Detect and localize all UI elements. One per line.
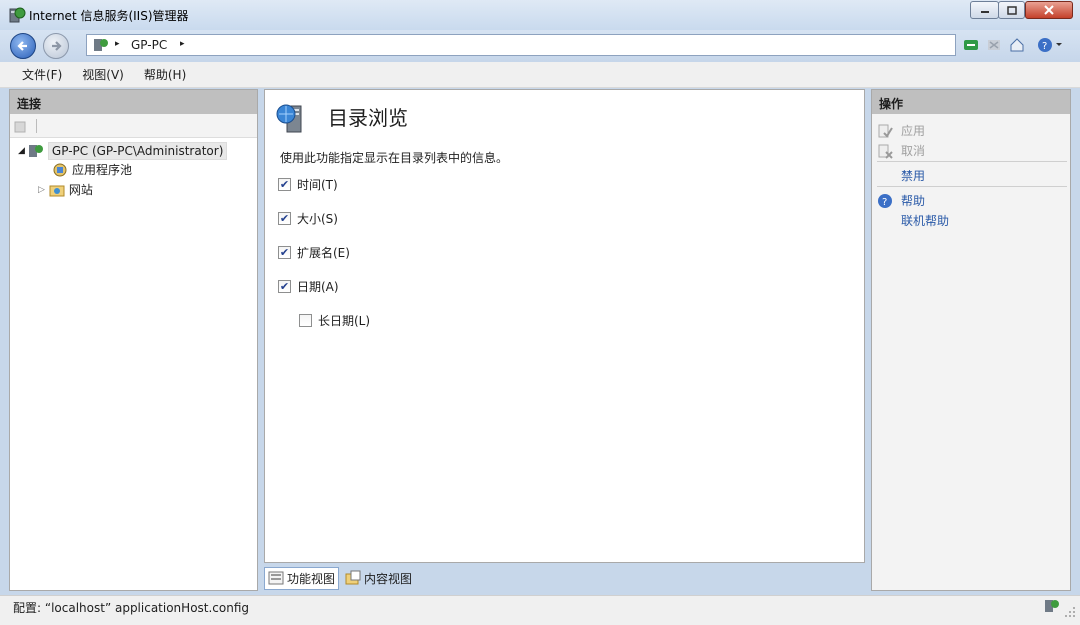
status-text: 配置: “localhost” applicationHost.config bbox=[13, 601, 250, 615]
stop-icon bbox=[988, 40, 1000, 50]
option-time[interactable]: ✔ 时间(T) bbox=[278, 176, 338, 193]
restore-icon bbox=[1006, 6, 1017, 15]
menu-view[interactable]: 视图(V) bbox=[72, 66, 134, 83]
cancel-icon bbox=[878, 144, 893, 159]
action-online-help[interactable]: 联机帮助 bbox=[901, 212, 949, 229]
option-extension[interactable]: ✔ 扩展名(E) bbox=[278, 244, 350, 261]
minimize-icon bbox=[980, 11, 989, 13]
minimize-button[interactable] bbox=[970, 1, 999, 19]
breadcrumb-arrow-icon[interactable]: ▸ bbox=[180, 39, 185, 49]
resize-grip-icon[interactable] bbox=[1064, 606, 1076, 618]
action-label: 联机帮助 bbox=[901, 214, 950, 228]
collapse-arrow-icon[interactable]: ◢ bbox=[18, 146, 25, 156]
option-label: 时间(T) bbox=[297, 178, 338, 192]
server-status-icon bbox=[1045, 600, 1059, 612]
checkbox-extension[interactable]: ✔ bbox=[278, 246, 291, 259]
checkbox-size[interactable]: ✔ bbox=[278, 212, 291, 225]
feature-panel: 目录浏览 使用此功能指定显示在目录列表中的信息。 ✔ 时间(T) ✔ 大小(S)… bbox=[264, 89, 865, 563]
actions-divider bbox=[877, 161, 1067, 162]
tab-label: 内容视图 bbox=[364, 571, 413, 586]
breadcrumb-server[interactable]: GP-PC bbox=[131, 38, 167, 52]
action-cancel[interactable]: 取消 bbox=[877, 142, 925, 159]
action-disable[interactable]: 禁用 bbox=[901, 167, 925, 184]
refresh-icon bbox=[964, 40, 978, 50]
navigation-bar: ▸ GP-PC ▸ ? bbox=[0, 30, 1080, 62]
help-dropdown-button[interactable]: ? bbox=[1034, 35, 1066, 55]
checkbox-long-date[interactable] bbox=[299, 314, 312, 327]
home-icon bbox=[1010, 38, 1024, 52]
checkbox-time[interactable]: ✔ bbox=[278, 178, 291, 191]
close-icon bbox=[1044, 5, 1054, 15]
close-button[interactable] bbox=[1025, 1, 1073, 19]
action-label: 帮助 bbox=[901, 194, 926, 208]
actions-panel: 操作 应用 取消 禁用 ? 帮助 联机帮助 bbox=[871, 89, 1071, 591]
back-arrow-icon bbox=[17, 41, 27, 51]
page-title: 目录浏览 bbox=[328, 106, 408, 130]
back-button[interactable] bbox=[10, 33, 36, 59]
option-size[interactable]: ✔ 大小(S) bbox=[278, 210, 338, 227]
action-help[interactable]: ? 帮助 bbox=[877, 192, 925, 209]
address-bar[interactable]: ▸ GP-PC ▸ bbox=[86, 34, 956, 56]
actions-header: 操作 bbox=[872, 90, 1070, 114]
svg-text:?: ? bbox=[1042, 41, 1047, 52]
tree-node-app-pools[interactable]: 应用程序池 bbox=[52, 161, 132, 178]
tree-label-server[interactable]: GP-PC (GP-PC\Administrator) bbox=[47, 142, 228, 160]
tab-feature-view[interactable]: 功能视图 bbox=[264, 566, 340, 590]
option-label: 大小(S) bbox=[297, 212, 338, 226]
tree-node-server[interactable]: ◢ GP-PC (GP-PC\Administrator) bbox=[18, 142, 228, 160]
connections-toolbar bbox=[10, 114, 257, 138]
tree-label-sites[interactable]: 网站 bbox=[69, 181, 93, 198]
connections-panel: 连接 ◢ GP-PC (GP-PC\Administrator) 应用程序池 ▷… bbox=[9, 89, 258, 591]
option-label: 长日期(L) bbox=[318, 314, 371, 328]
option-label: 日期(A) bbox=[297, 280, 339, 294]
apply-icon bbox=[878, 124, 893, 138]
iis-app-icon bbox=[9, 7, 26, 23]
menu-help[interactable]: 帮助(H) bbox=[134, 66, 196, 83]
action-label: 取消 bbox=[901, 144, 926, 158]
forward-button[interactable] bbox=[43, 33, 69, 59]
option-long-date[interactable]: 长日期(L) bbox=[299, 312, 370, 329]
checkbox-date[interactable]: ✔ bbox=[278, 280, 291, 293]
tree-node-sites[interactable]: ▷ 网站 bbox=[38, 181, 93, 198]
menu-file[interactable]: 文件(F) bbox=[12, 66, 72, 83]
window-title: Internet 信息服务(IIS)管理器 bbox=[29, 9, 189, 23]
title-bar: Internet 信息服务(IIS)管理器 bbox=[0, 0, 1080, 30]
expand-arrow-icon[interactable]: ▷ bbox=[38, 185, 45, 195]
server-icon bbox=[94, 39, 108, 51]
page-description: 使用此功能指定显示在目录列表中的信息。 bbox=[280, 151, 509, 165]
connections-header: 连接 bbox=[10, 90, 257, 114]
option-label: 扩展名(E) bbox=[297, 246, 350, 260]
tab-label: 功能视图 bbox=[287, 571, 336, 586]
menu-bar: 文件(F) 视图(V) 帮助(H) bbox=[0, 62, 1080, 88]
tab-content-view[interactable]: 内容视图 bbox=[342, 568, 415, 589]
action-label: 应用 bbox=[901, 124, 926, 138]
action-label: 禁用 bbox=[901, 169, 926, 183]
stop-button[interactable] bbox=[984, 35, 1004, 55]
action-apply[interactable]: 应用 bbox=[877, 122, 925, 139]
forward-arrow-icon bbox=[52, 41, 62, 51]
tree-label-app-pools[interactable]: 应用程序池 bbox=[72, 161, 132, 178]
home-button[interactable] bbox=[1007, 35, 1027, 55]
connect-icon[interactable] bbox=[13, 118, 29, 134]
view-tabs: 功能视图 内容视图 bbox=[264, 566, 865, 590]
server-icon bbox=[28, 145, 43, 157]
sites-folder-icon bbox=[49, 185, 65, 196]
help-icon: ? bbox=[878, 193, 892, 208]
content-view-icon bbox=[345, 570, 361, 585]
svg-text:?: ? bbox=[882, 197, 887, 208]
status-bar: 配置: “localhost” applicationHost.config bbox=[0, 595, 1080, 625]
feature-view-icon bbox=[268, 571, 284, 585]
directory-browsing-icon bbox=[276, 104, 302, 133]
maximize-button[interactable] bbox=[998, 1, 1025, 19]
help-icon: ? bbox=[1038, 38, 1062, 52]
actions-divider bbox=[877, 186, 1067, 187]
toolbar-divider bbox=[36, 119, 37, 133]
breadcrumb-arrow-icon[interactable]: ▸ bbox=[115, 39, 120, 49]
option-date[interactable]: ✔ 日期(A) bbox=[278, 278, 339, 295]
refresh-button[interactable] bbox=[961, 35, 981, 55]
app-pool-icon bbox=[53, 163, 67, 176]
